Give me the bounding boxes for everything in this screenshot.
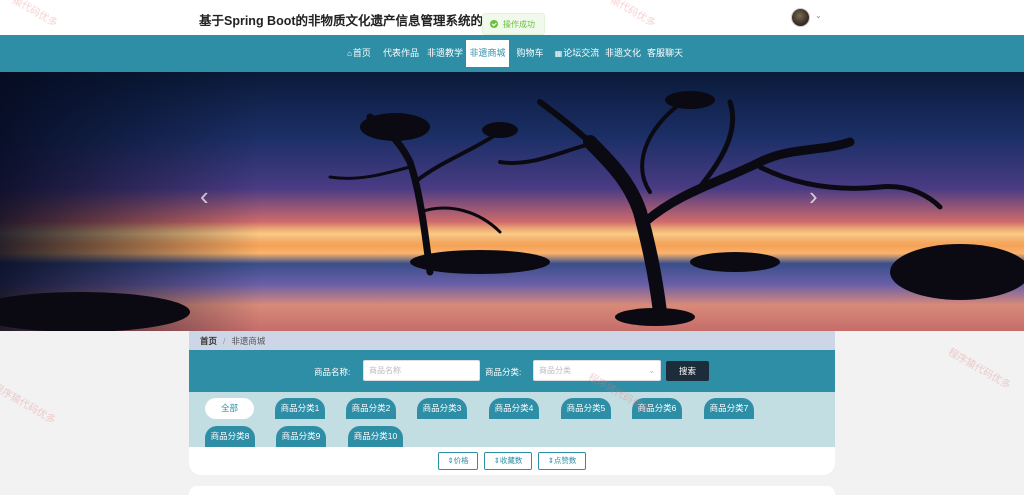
search-button[interactable]: 搜索: [666, 361, 709, 381]
nav-label: 非遗商城: [469, 48, 506, 58]
category-tab[interactable]: 商品分类5: [561, 398, 611, 419]
nav-label: 首页: [352, 48, 371, 58]
product-list-container: [189, 486, 835, 495]
nav-item-works[interactable]: 代表作品: [381, 40, 421, 67]
category-tab[interactable]: 商品分类4: [489, 398, 539, 419]
watermark: 程序猿代码优多: [0, 381, 58, 427]
product-name-input[interactable]: 商品名称: [363, 360, 480, 381]
banner-carousel[interactable]: ‹ ›: [0, 72, 1024, 331]
category-tab-all[interactable]: 全部: [205, 398, 254, 419]
carousel-prev-arrow[interactable]: ‹: [200, 183, 209, 209]
site-title: 基于Spring Boot的非物质文化遗产信息管理系统的设计与实现: [199, 14, 519, 28]
product-name-label: 商品名称:: [314, 367, 351, 377]
sort-by-favorites-button[interactable]: ⇕收藏数: [484, 452, 532, 470]
category-tab[interactable]: 商品分类1: [275, 398, 325, 419]
nav-item-forum[interactable]: ▦论坛交流: [552, 40, 602, 67]
category-tab[interactable]: 商品分类2: [346, 398, 396, 419]
main-nav: ⌂首页 代表作品 非遗教学 非遗商城 购物车 ▦论坛交流 非遗文化 客服聊天: [0, 35, 1024, 72]
nav-item-home[interactable]: ⌂首页: [344, 40, 374, 67]
chevron-down-icon[interactable]: ⌄: [815, 11, 822, 20]
sort-bar: ⇕价格 ⇕收藏数 ⇕点赞数: [189, 447, 835, 475]
chevron-down-icon: ⌄: [648, 366, 655, 375]
nav-label: 代表作品: [382, 48, 419, 58]
nav-item-cart[interactable]: 购物车: [514, 40, 546, 67]
category-tab[interactable]: 商品分类9: [276, 426, 326, 447]
home-icon: ⌂: [347, 49, 352, 58]
product-category-label: 商品分类:: [485, 367, 522, 377]
carousel-next-arrow[interactable]: ›: [809, 183, 818, 209]
watermark: 程序猿代码优多: [945, 346, 1013, 392]
nav-label: 非遗文化: [604, 48, 641, 58]
sort-by-price-button[interactable]: ⇕价格: [438, 452, 478, 470]
category-tab[interactable]: 商品分类7: [704, 398, 754, 419]
tree-silhouette-image: [0, 91, 1024, 331]
success-toast: 操作成功: [482, 13, 545, 35]
success-check-icon: [490, 20, 498, 28]
search-bar: 商品名称: 商品名称 商品分类: 商品分类 ⌄ 搜索: [189, 350, 835, 392]
category-placeholder: 商品分类: [539, 366, 571, 375]
nav-item-chat[interactable]: 客服聊天: [645, 40, 685, 67]
sort-by-likes-button[interactable]: ⇕点赞数: [538, 452, 586, 470]
category-tabs: 全部 商品分类1 商品分类2 商品分类3 商品分类4 商品分类5 商品分类6 商…: [189, 392, 835, 447]
toast-message: 操作成功: [503, 19, 535, 29]
nav-item-mall[interactable]: 非遗商城: [466, 40, 509, 67]
user-avatar[interactable]: [791, 8, 810, 27]
category-tab[interactable]: 商品分类10: [348, 426, 403, 447]
breadcrumb-home[interactable]: 首页: [200, 335, 217, 347]
nav-label: 购物车: [516, 48, 544, 58]
breadcrumb-separator: /: [223, 335, 226, 346]
forum-icon: ▦: [554, 49, 563, 58]
nav-label: 客服聊天: [646, 48, 683, 58]
nav-item-culture[interactable]: 非遗文化: [603, 40, 643, 67]
category-tab[interactable]: 商品分类8: [205, 426, 255, 447]
breadcrumb: 首页 / 非遗商城: [189, 331, 835, 350]
category-tab[interactable]: 商品分类3: [417, 398, 467, 419]
nav-label: 非遗教学: [426, 48, 463, 58]
nav-label: 论坛交流: [563, 48, 600, 58]
breadcrumb-current: 非遗商城: [231, 335, 266, 346]
nav-item-teaching[interactable]: 非遗教学: [425, 40, 465, 67]
